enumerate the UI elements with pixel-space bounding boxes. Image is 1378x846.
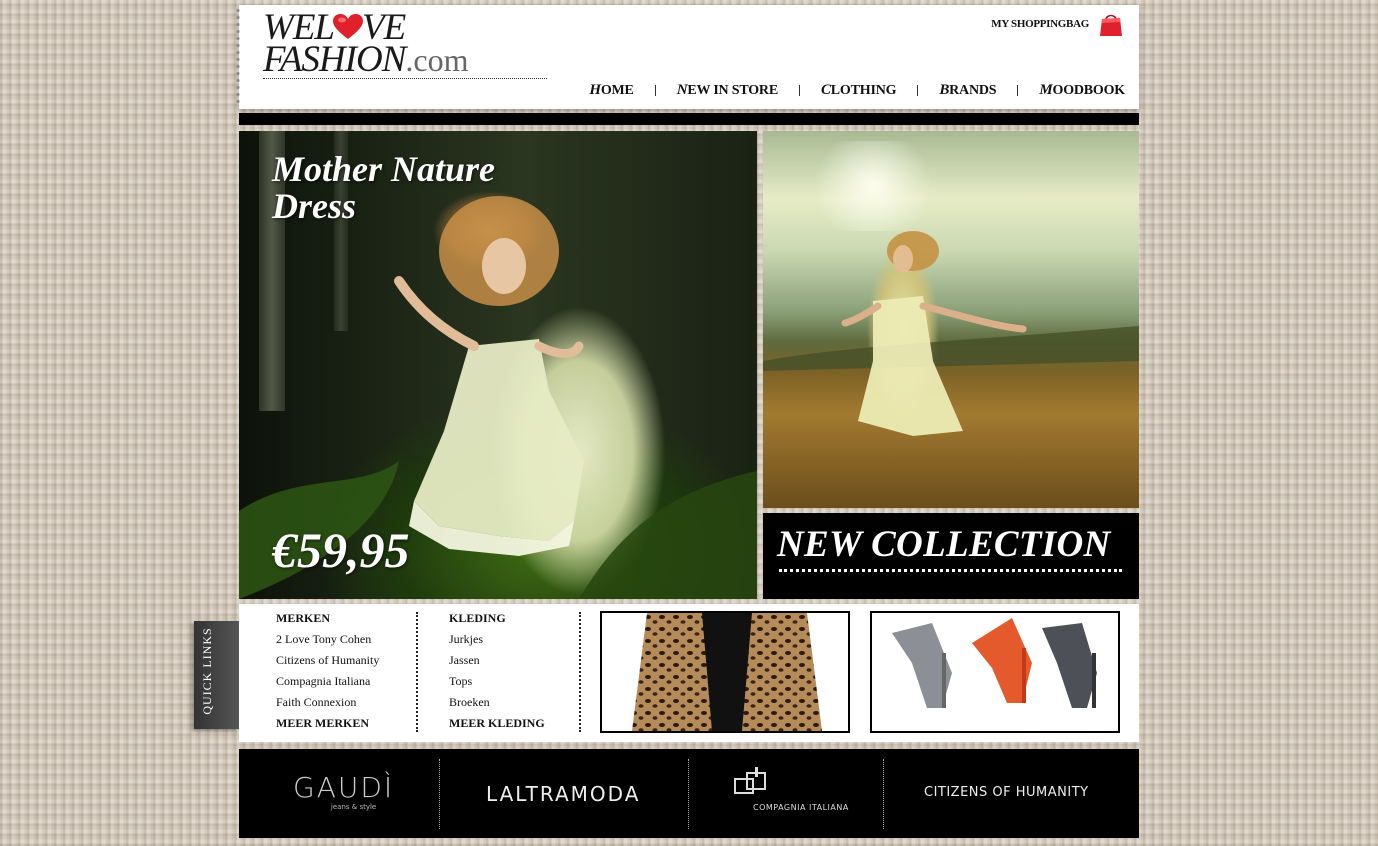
new-collection-title: NEW COLLECTION	[777, 524, 1111, 565]
column-divider	[416, 612, 418, 732]
category-link[interactable]: Broeken	[449, 695, 545, 716]
logo-underline	[263, 78, 547, 79]
logo-text-dotcom: .com	[405, 42, 469, 78]
header: WEL VE FASHION.com MY SHOPPINGBAG HOME NE…	[233, 5, 1139, 109]
hero-main-banner[interactable]: Mother Nature Dress €59,95	[239, 131, 757, 599]
nav-brands-label: RANDS	[949, 83, 997, 98]
main-nav: HOME NEW IN STORE CLOTHING BRANDS MOODBO…	[589, 82, 1125, 99]
brand-divider	[439, 759, 440, 829]
header-black-bar	[239, 113, 1139, 125]
brand-logo-compagnia-italiana[interactable]: COMPAGNIA ITALIANA	[733, 767, 849, 812]
new-collection-banner[interactable]: NEW COLLECTION	[763, 513, 1139, 599]
brand-divider	[688, 759, 689, 829]
kleding-heading[interactable]: KLEDING	[449, 611, 545, 632]
nav-clothing[interactable]: CLOTHING	[820, 82, 897, 99]
gaudi-wordmark: GAUDÌ	[293, 771, 395, 804]
nav-moodbook-label: OODBOOK	[1052, 83, 1126, 98]
quick-links-tab-label: QUICK LINKS	[200, 627, 214, 715]
brand-logo-laltramoda[interactable]: LALTRAMODA	[486, 782, 640, 806]
merken-heading[interactable]: MERKEN	[276, 611, 379, 632]
more-brands-link[interactable]: MEER MERKEN	[276, 716, 379, 737]
brand-divider	[883, 759, 884, 829]
hero-side-photo[interactable]	[763, 131, 1139, 508]
spiral-binding	[233, 7, 243, 107]
heels-thumbnail[interactable]	[870, 611, 1120, 733]
nav-moodbook[interactable]: MOODBOOK	[1039, 82, 1125, 99]
shopping-bag-label: MY SHOPPINGBAG	[991, 18, 1089, 30]
brand-link[interactable]: 2 Love Tony Cohen	[276, 632, 379, 653]
quick-links-panel: MERKEN 2 Love Tony Cohen Citizens of Hum…	[239, 604, 1139, 742]
shopping-bag-icon	[1100, 14, 1122, 36]
compagnia-italiana-wordmark: COMPAGNIA ITALIANA	[753, 803, 849, 812]
brand-link[interactable]: Compagnia Italiana	[276, 674, 379, 695]
nav-divider	[798, 85, 800, 96]
heart-icon	[333, 14, 363, 39]
category-link[interactable]: Jassen	[449, 653, 545, 674]
logo-text-fashion: FASHION	[263, 39, 406, 80]
logo-line2: FASHION.com	[263, 41, 468, 79]
nav-divider	[917, 85, 919, 96]
brand-logo-citizens-of-humanity[interactable]: CITIZENS OF HUMANITY	[924, 785, 1089, 800]
nav-brands-initial: B	[939, 82, 950, 98]
site-logo[interactable]: WEL VE FASHION.com	[263, 9, 547, 79]
category-link[interactable]: Tops	[449, 674, 545, 695]
nav-divider	[654, 85, 656, 96]
field-model-photo	[763, 231, 1139, 436]
nav-brands[interactable]: BRANDS	[939, 82, 996, 99]
hero-title: Mother Nature Dress	[272, 149, 496, 226]
nav-home[interactable]: HOME	[589, 82, 634, 99]
category-link[interactable]: Jurkjes	[449, 632, 545, 653]
kleding-column: KLEDING Jurkjes Jassen Tops Broeken MEER…	[449, 611, 545, 737]
nav-home-label: OME	[600, 83, 634, 98]
nav-clothing-label: LOTHING	[830, 83, 897, 98]
brand-link[interactable]: Citizens of Humanity	[276, 653, 379, 674]
nav-clothing-initial: C	[820, 82, 831, 98]
brand-logo-gaudi[interactable]: GAUDÌ jeans & style	[293, 771, 395, 812]
gaudi-tagline: jeans & style	[330, 803, 377, 811]
nav-new-in-store-label: EW IN STORE	[687, 83, 778, 98]
shopping-bag-link[interactable]: MY SHOPPINGBAG	[991, 11, 1123, 37]
brand-link[interactable]: Faith Connexion	[276, 695, 379, 716]
nav-divider	[1017, 85, 1019, 96]
column-divider	[579, 612, 581, 732]
nav-new-in-store-initial: N	[676, 82, 688, 98]
more-clothing-link[interactable]: MEER KLEDING	[449, 716, 545, 737]
hero-price: €59,95	[272, 522, 410, 578]
leopard-jacket-image	[602, 613, 848, 731]
compagnia-italiana-monogram-icon	[734, 767, 766, 794]
nav-moodbook-initial: M	[1039, 82, 1053, 98]
high-heels-image	[872, 613, 1118, 731]
leopard-jacket-thumbnail[interactable]	[600, 611, 850, 733]
site-container: WEL VE FASHION.com MY SHOPPINGBAG HOME NE…	[194, 5, 1139, 840]
quick-links-tab[interactable]: QUICK LINKS	[194, 621, 239, 729]
nav-home-initial: H	[589, 82, 601, 98]
nav-new-in-store[interactable]: NEW IN STORE	[677, 82, 778, 99]
brand-logos-strip: GAUDÌ jeans & style LALTRAMODA COMPAGNIA…	[239, 749, 1139, 838]
new-collection-underline	[779, 569, 1122, 572]
merken-column: MERKEN 2 Love Tony Cohen Citizens of Hum…	[276, 611, 379, 737]
